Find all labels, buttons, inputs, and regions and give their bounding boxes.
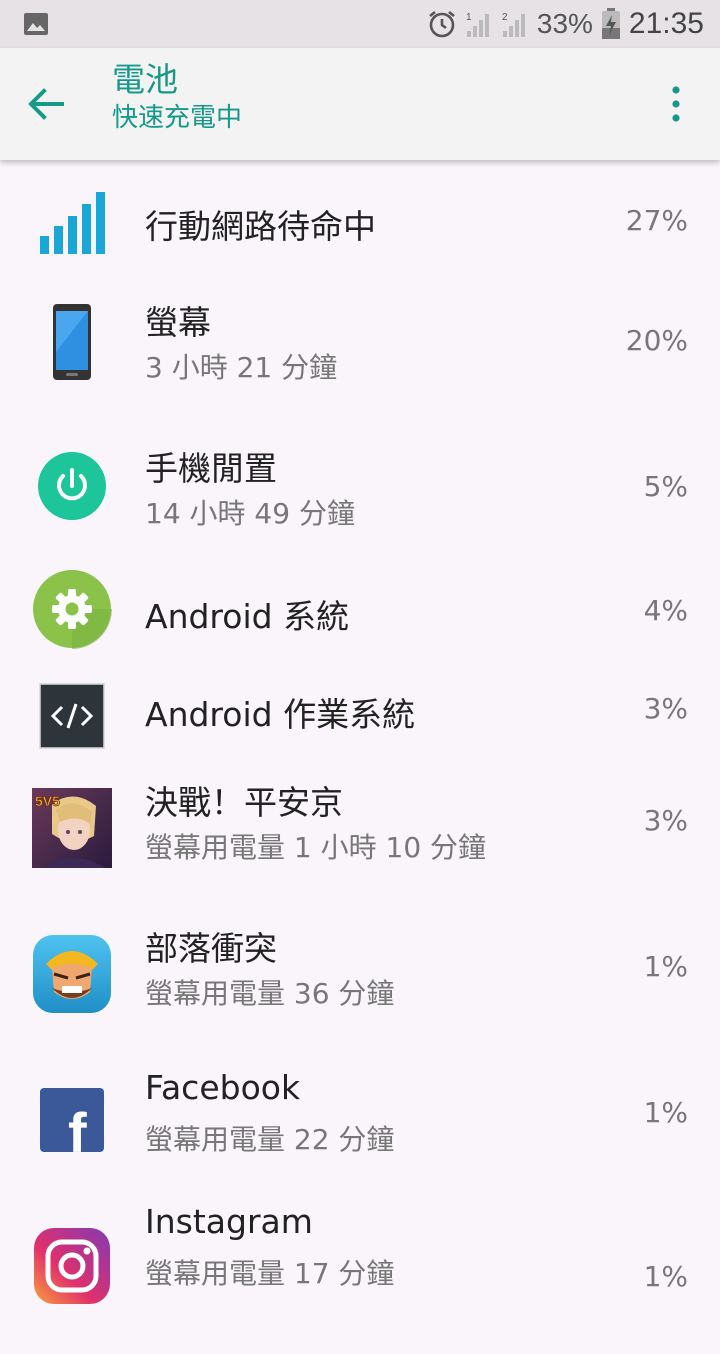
page-title: 電池 xyxy=(112,60,178,99)
list-item[interactable]: Android 系統 4% xyxy=(0,570,720,670)
clock: 21:35 xyxy=(628,7,704,40)
battery-percent: 33% xyxy=(536,8,593,39)
signal-sim1-icon: 1 xyxy=(466,12,489,37)
facebook-icon: f xyxy=(40,1088,104,1160)
list-item[interactable]: 5V5 決戰！平安京 螢幕用電量 1 小時 10 分鐘 3% xyxy=(0,770,720,916)
battery-charging-icon xyxy=(601,8,620,39)
item-percent: 3% xyxy=(643,692,688,725)
more-vert-icon[interactable] xyxy=(656,82,696,126)
item-label: 部落衝突 xyxy=(145,929,277,968)
item-percent: 1% xyxy=(643,1260,688,1293)
list-item[interactable]: Instagram 螢幕用電量 17 分鐘 1% xyxy=(0,1202,720,1354)
item-percent: 1% xyxy=(643,950,688,983)
image-icon xyxy=(24,13,48,35)
onmyoji-arena-app-icon: 5V5 xyxy=(32,788,112,868)
list-item[interactable]: Android 作業系統 3% xyxy=(0,670,720,770)
phone-screen-icon xyxy=(53,304,91,380)
cell-signal-icon xyxy=(40,192,105,254)
item-subtitle: 螢幕用電量 17 分鐘 xyxy=(145,1257,395,1290)
item-percent: 4% xyxy=(643,594,688,627)
item-subtitle: 螢幕用電量 1 小時 10 分鐘 xyxy=(145,831,487,864)
charging-status: 快速充電中 xyxy=(112,103,243,133)
item-subtitle: 14 小時 49 分鐘 xyxy=(145,497,355,530)
instagram-icon xyxy=(34,1228,110,1304)
item-label: 手機閒置 xyxy=(145,449,277,488)
alarm-icon xyxy=(429,10,455,38)
android-system-gear-icon xyxy=(33,570,112,649)
clash-of-clans-app-icon xyxy=(33,935,111,1013)
code-brackets-icon xyxy=(39,683,105,749)
item-subtitle: 螢幕用電量 22 分鐘 xyxy=(145,1123,395,1156)
item-subtitle: 3 小時 21 分鐘 xyxy=(145,351,338,384)
item-subtitle: 螢幕用電量 36 分鐘 xyxy=(145,977,395,1010)
item-percent: 27% xyxy=(625,204,688,237)
status-bar: 1 2 33% 21:35 xyxy=(0,0,720,48)
list-item[interactable]: 部落衝突 螢幕用電量 36 分鐘 1% xyxy=(0,916,720,1062)
item-label: Android 作業系統 xyxy=(145,695,416,734)
svg-text:2: 2 xyxy=(502,12,508,23)
list-item[interactable]: 螢幕 3 小時 21 分鐘 20% xyxy=(0,280,720,426)
item-label: 行動網路待命中 xyxy=(145,207,376,246)
item-percent: 3% xyxy=(643,804,688,837)
list-item[interactable]: f Facebook 螢幕用電量 22 分鐘 1% xyxy=(0,1062,720,1208)
svg-text:1: 1 xyxy=(466,12,472,23)
item-label: Android 系統 xyxy=(145,597,350,636)
item-label: Instagram xyxy=(145,1202,313,1241)
power-icon xyxy=(38,452,106,520)
app-bar: 電池 快速充電中 xyxy=(0,48,720,160)
item-percent: 5% xyxy=(643,470,688,503)
item-label: 決戰！平安京 xyxy=(145,783,343,822)
item-percent: 1% xyxy=(643,1096,688,1129)
back-arrow-icon[interactable] xyxy=(22,80,70,128)
list-item[interactable]: 行動網路待命中 27% xyxy=(0,160,720,280)
signal-sim2-icon: 2 xyxy=(502,12,525,37)
item-percent: 20% xyxy=(625,324,688,357)
app-badge: 5V5 xyxy=(35,793,60,809)
item-label: 螢幕 xyxy=(145,303,211,342)
item-label: Facebook xyxy=(145,1068,301,1107)
list-item[interactable]: 手機閒置 14 小時 49 分鐘 5% xyxy=(0,426,720,572)
facebook-glyph: f xyxy=(68,1101,87,1160)
